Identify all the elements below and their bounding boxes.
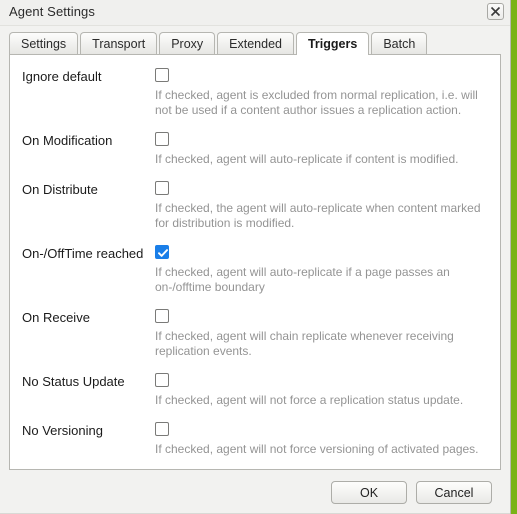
- tab-bar: Settings Transport Proxy Extended Triggers Ba…: [0, 31, 510, 55]
- trigger-checkbox[interactable]: [155, 309, 169, 323]
- triggers-panel: Ignore default If checked, agent is exclu…: [9, 54, 501, 470]
- tab-panel-wrapper: Ignore default If checked, agent is exclu…: [0, 54, 510, 470]
- trigger-checkbox[interactable]: [155, 132, 169, 146]
- trigger-label: Ignore default: [22, 69, 102, 84]
- trigger-description: If checked, agent is excluded from norma…: [155, 88, 478, 117]
- trigger-field: If checked, agent will not force version…: [155, 422, 484, 457]
- trigger-label: On-/OffTime reached: [22, 246, 144, 261]
- trigger-label: On Receive: [22, 310, 90, 325]
- trigger-field: If checked, agent will not force a repli…: [155, 373, 484, 408]
- trigger-row: On Distribute If checked, the agent will …: [10, 181, 500, 231]
- trigger-checkbox[interactable]: [155, 422, 169, 436]
- tab-transport[interactable]: Transport: [80, 32, 158, 54]
- close-button[interactable]: [487, 3, 504, 20]
- trigger-checkbox[interactable]: [155, 181, 169, 195]
- trigger-label: No Versioning: [22, 423, 103, 438]
- trigger-label: On Distribute: [22, 182, 98, 197]
- trigger-description: If checked, agent will chain replicate w…: [155, 329, 454, 358]
- trigger-field: If checked, agent will chain replicate w…: [155, 309, 484, 359]
- tab-extended[interactable]: Extended: [217, 32, 294, 54]
- trigger-description: If checked, agent will auto-replicate if…: [155, 152, 459, 166]
- cancel-button[interactable]: Cancel: [416, 481, 492, 504]
- check-icon: [158, 249, 168, 257]
- trigger-field: If checked, the agent will auto-replicat…: [155, 181, 484, 231]
- trigger-label: On Modification: [22, 133, 113, 148]
- dialog-title: Agent Settings: [9, 4, 95, 19]
- trigger-field: If checked, agent is excluded from norma…: [155, 68, 484, 118]
- trigger-checkbox[interactable]: [155, 245, 169, 259]
- trigger-field: If checked, agent will auto-replicate if…: [155, 132, 484, 167]
- trigger-description: If checked, agent will not force version…: [155, 442, 479, 456]
- tab-settings[interactable]: Settings: [9, 32, 79, 54]
- trigger-description: If checked, agent will not force a repli…: [155, 393, 464, 407]
- trigger-row: No Status Update If checked, agent will n…: [10, 373, 500, 408]
- trigger-label: No Status Update: [22, 374, 125, 389]
- triggers-form: Ignore default If checked, agent is exclu…: [10, 55, 500, 457]
- dialog-footer: OK Cancel: [0, 470, 510, 514]
- trigger-field: If checked, agent will auto-replicate if…: [155, 245, 484, 295]
- trigger-description: If checked, the agent will auto-replicat…: [155, 201, 481, 230]
- trigger-row: No Versioning If checked, agent will not …: [10, 422, 500, 457]
- tab-proxy[interactable]: Proxy: [159, 32, 216, 54]
- dialog-titlebar: Agent Settings: [0, 0, 510, 26]
- trigger-checkbox[interactable]: [155, 68, 169, 82]
- trigger-description: If checked, agent will auto-replicate if…: [155, 265, 450, 294]
- tab-batch[interactable]: Batch: [371, 32, 428, 54]
- trigger-row: On Modification If checked, agent will au…: [10, 132, 500, 167]
- ok-button[interactable]: OK: [331, 481, 407, 504]
- tab-triggers[interactable]: Triggers: [295, 32, 370, 55]
- trigger-row: Ignore default If checked, agent is exclu…: [10, 68, 500, 118]
- close-icon: [490, 6, 501, 17]
- trigger-checkbox[interactable]: [155, 373, 169, 387]
- agent-settings-dialog: Agent Settings Settings Transport Proxy Ext…: [0, 0, 511, 514]
- trigger-row: On-/OffTime reached If checked, agent wil…: [10, 245, 500, 295]
- trigger-row: On Receive If checked, agent will chain r…: [10, 309, 500, 359]
